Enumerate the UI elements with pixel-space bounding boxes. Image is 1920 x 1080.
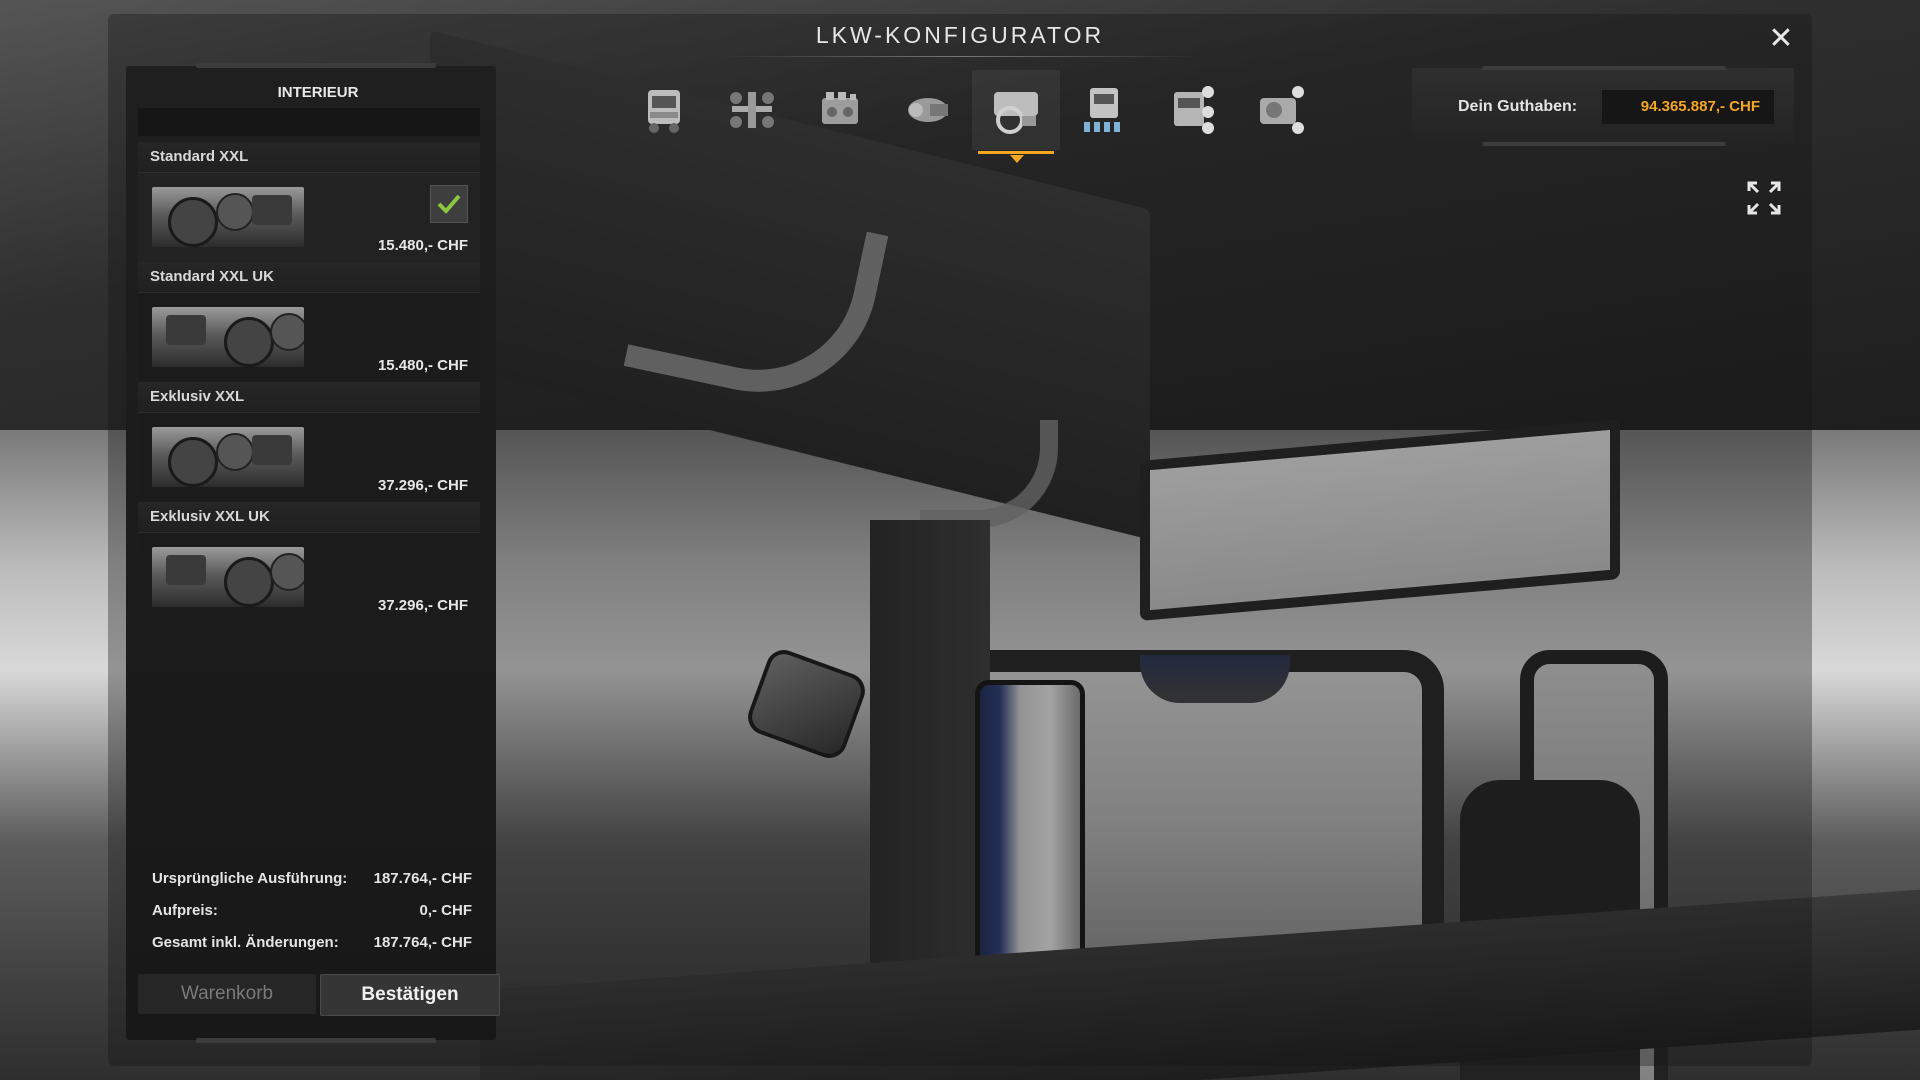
tab-truck[interactable] (620, 70, 708, 150)
decor-bar (196, 63, 436, 68)
title-divider (720, 56, 1200, 57)
option-price: 15.480,- CHF (377, 357, 468, 374)
summary-row-total: Gesamt inkl. Änderungen: 187.764,- CHF (138, 926, 484, 958)
close-icon: ✕ (1768, 22, 1794, 55)
list-item[interactable]: Exklusiv XXL 37.296,- CHF (138, 382, 480, 502)
decor-bar (1482, 66, 1726, 70)
option-name: Standard XXL UK (138, 262, 480, 293)
summary-value: 187.764,- CHF (373, 870, 472, 887)
balance-value: 94.365.887,- CHF (1640, 98, 1760, 115)
fullscreen-button[interactable] (1746, 180, 1782, 216)
decor-bar (196, 1038, 436, 1043)
transmission-icon (908, 98, 948, 122)
interior-panel: INTERIEUR Standard XXL 15.480,- CHF Stan… (126, 63, 500, 1043)
option-name: Exklusiv XXL (138, 382, 480, 413)
tab-transmission[interactable] (884, 70, 972, 150)
list-item[interactable]: Exklusiv XXL UK 37.296,- CHF (138, 502, 480, 622)
option-price: 37.296,- CHF (377, 477, 468, 494)
tab-chassis[interactable] (708, 70, 796, 150)
option-name: Standard XXL (138, 142, 480, 173)
accessories-icon (1174, 86, 1214, 134)
window-title: LKW-KONFIGURATOR (815, 22, 1105, 48)
engine-icon (822, 92, 858, 124)
tab-accessories[interactable] (1148, 70, 1236, 150)
panel-title: INTERIEUR (277, 84, 359, 101)
selected-check (430, 185, 468, 223)
cabin-icon (1084, 88, 1120, 132)
tab-engine[interactable] (796, 70, 884, 150)
action-buttons: Warenkorb Bestätigen (138, 974, 500, 1016)
option-body: 37.296,- CHF (138, 533, 480, 622)
option-name: Exklusiv XXL UK (138, 502, 480, 533)
tab-paint[interactable] (1236, 70, 1324, 150)
summary-value: 0,- CHF (419, 902, 473, 919)
option-body: 15.480,- CHF (138, 293, 480, 382)
option-body: 15.480,- CHF (138, 173, 480, 262)
tab-cabin[interactable] (1060, 70, 1148, 150)
option-thumbnail (152, 187, 304, 247)
truck-icon (648, 90, 680, 133)
summary-label: Gesamt inkl. Änderungen: (152, 934, 339, 951)
option-thumbnail (152, 307, 304, 367)
balance-label: Dein Guthaben: (1458, 98, 1578, 115)
cart-button[interactable]: Warenkorb (138, 974, 316, 1014)
expand-icon (1747, 181, 1781, 215)
summary-label: Ursprüngliche Ausführung: (152, 870, 348, 887)
tab-interior[interactable] (972, 70, 1060, 163)
price-summary: Ursprüngliche Ausführung: 187.764,- CHF … (138, 862, 484, 958)
interior-icon (994, 92, 1038, 134)
option-list: Standard XXL 15.480,- CHF Standard XXL U… (138, 142, 480, 622)
balance-value-box: 94.365.887,- CHF (1602, 90, 1774, 124)
paint-icon (1260, 86, 1304, 134)
decor-bar (1482, 142, 1726, 146)
summary-row-surcharge: Aufpreis: 0,- CHF (138, 894, 484, 926)
summary-label: Aufpreis: (152, 902, 218, 919)
confirm-button[interactable]: Bestätigen (320, 974, 500, 1016)
option-price: 37.296,- CHF (377, 597, 468, 614)
balance-box: Dein Guthaben: 94.365.887,- CHF (1412, 66, 1794, 146)
option-price: 15.480,- CHF (377, 237, 468, 254)
option-body: 37.296,- CHF (138, 413, 480, 502)
list-item[interactable]: Standard XXL 15.480,- CHF (138, 142, 480, 262)
category-toolbar (620, 70, 1324, 163)
option-thumbnail (152, 427, 304, 487)
summary-value: 187.764,- CHF (373, 934, 472, 951)
close-button[interactable]: ✕ (1766, 24, 1796, 54)
chassis-icon (730, 92, 774, 128)
option-thumbnail (152, 547, 304, 607)
panel-subheader (138, 108, 480, 136)
checkmark-icon (437, 194, 461, 214)
list-item[interactable]: Standard XXL UK 15.480,- CHF (138, 262, 480, 382)
summary-row-original: Ursprüngliche Ausführung: 187.764,- CHF (138, 862, 484, 894)
